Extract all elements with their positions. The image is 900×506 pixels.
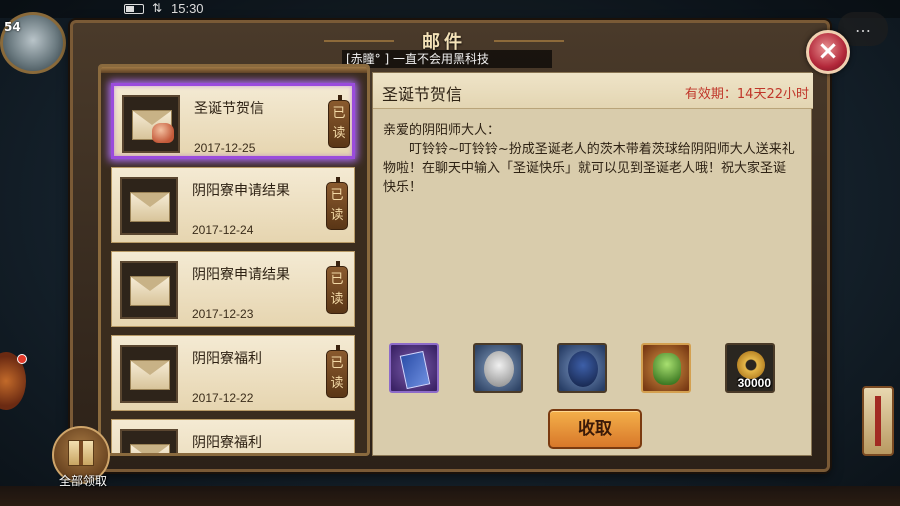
envelope-icon [130, 192, 170, 222]
mail-message: 叮铃铃~叮铃铃~扮成圣诞老人的茨木带着茨球给阴阳师大人送来礼物啦！在聊天中输入「… [383, 142, 795, 195]
detail-title: 圣诞节贺信 [382, 85, 463, 104]
character-material-icon[interactable] [641, 343, 691, 393]
mail-date: 2017-12-23 [192, 307, 254, 321]
mail-date: 2017-12-24 [192, 223, 254, 237]
claim-all-button[interactable]: 全部领取 [48, 426, 116, 492]
mail-date: 2017-12-25 [194, 141, 256, 155]
book-icon[interactable] [389, 343, 439, 393]
gold-coin-icon[interactable]: 30000 [725, 343, 775, 393]
battery-icon [124, 4, 144, 14]
notification-dot-icon [17, 354, 27, 364]
mail-list[interactable]: 圣诞节贺信 2017-12-25 已读 阴阳寮申请结果 2017-12-24 已… [98, 64, 370, 456]
detail-header: 圣诞节贺信 有效期：14天22小时 [373, 73, 813, 109]
mail-item-partial[interactable]: 阴阳寮福利 [111, 419, 355, 453]
notice-bar: [赤瞳° ] 一直不会用黑科技 [342, 50, 552, 68]
reward-quantity: 30000 [737, 376, 771, 390]
mail-envelope-icon [120, 261, 178, 319]
close-button[interactable]: × [806, 30, 850, 74]
reward-row: 30000 [389, 343, 789, 399]
panel-title: 邮件 [324, 28, 564, 53]
read-tag: 已读 [326, 177, 348, 230]
gift-box-icon [68, 440, 94, 466]
status-bar: ⇅ 15:30 [0, 0, 900, 18]
mail-subject: 阴阳寮申请结果 [192, 267, 290, 283]
read-tag: 已读 [326, 345, 348, 398]
mail-detail: 圣诞节贺信 有效期：14天22小时 亲爱的阴阳师大人： 叮铃铃~叮铃铃~扮成圣诞… [372, 72, 813, 456]
mail-item-christmas[interactable]: 圣诞节贺信 2017-12-25 已读 [111, 83, 355, 159]
read-tag: 已读 [326, 261, 348, 314]
mail-subject: 圣诞节贺信 [194, 101, 264, 117]
read-tag: 已读 [328, 95, 350, 148]
mail-envelope-icon [120, 177, 178, 235]
mail-envelope-icon [120, 345, 178, 403]
mail-envelope-icon [120, 429, 178, 453]
blue-daruma-icon[interactable] [557, 343, 607, 393]
envelope-icon [130, 276, 170, 306]
mail-subject: 阴阳寮申请结果 [192, 183, 290, 199]
mail-item[interactable]: 阴阳寮申请结果 2017-12-23 已读 [111, 251, 355, 327]
envelope-icon [130, 360, 170, 390]
data-transfer-icon: ⇅ [152, 1, 163, 15]
mail-envelope-icon [122, 95, 180, 153]
mail-item[interactable]: 阴阳寮福利 2017-12-22 已读 [111, 335, 355, 411]
claim-all-label: 全部领取 [58, 474, 107, 488]
gift-bag-icon [152, 123, 174, 143]
white-daruma-icon[interactable] [473, 343, 523, 393]
envelope-icon [130, 444, 170, 453]
scroll-icon[interactable] [862, 386, 894, 456]
bottom-strip [0, 486, 900, 506]
mail-date: 2017-12-22 [192, 391, 254, 405]
mail-subject: 阴阳寮福利 [192, 351, 262, 367]
mail-item[interactable]: 阴阳寮申请结果 2017-12-24 已读 [111, 167, 355, 243]
status-time: 15:30 [171, 1, 204, 16]
mail-body: 亲爱的阴阳师大人： 叮铃铃~叮铃铃~扮成圣诞老人的茨木带着茨球给阴阳师大人送来礼… [383, 121, 795, 197]
player-level: 54 [4, 20, 21, 34]
mail-greeting: 亲爱的阴阳师大人： [383, 123, 501, 138]
claim-button[interactable]: 收取 [548, 409, 642, 449]
expiry-label: 有效期：14天22小时 [684, 87, 809, 102]
mail-subject: 阴阳寮福利 [192, 435, 262, 451]
